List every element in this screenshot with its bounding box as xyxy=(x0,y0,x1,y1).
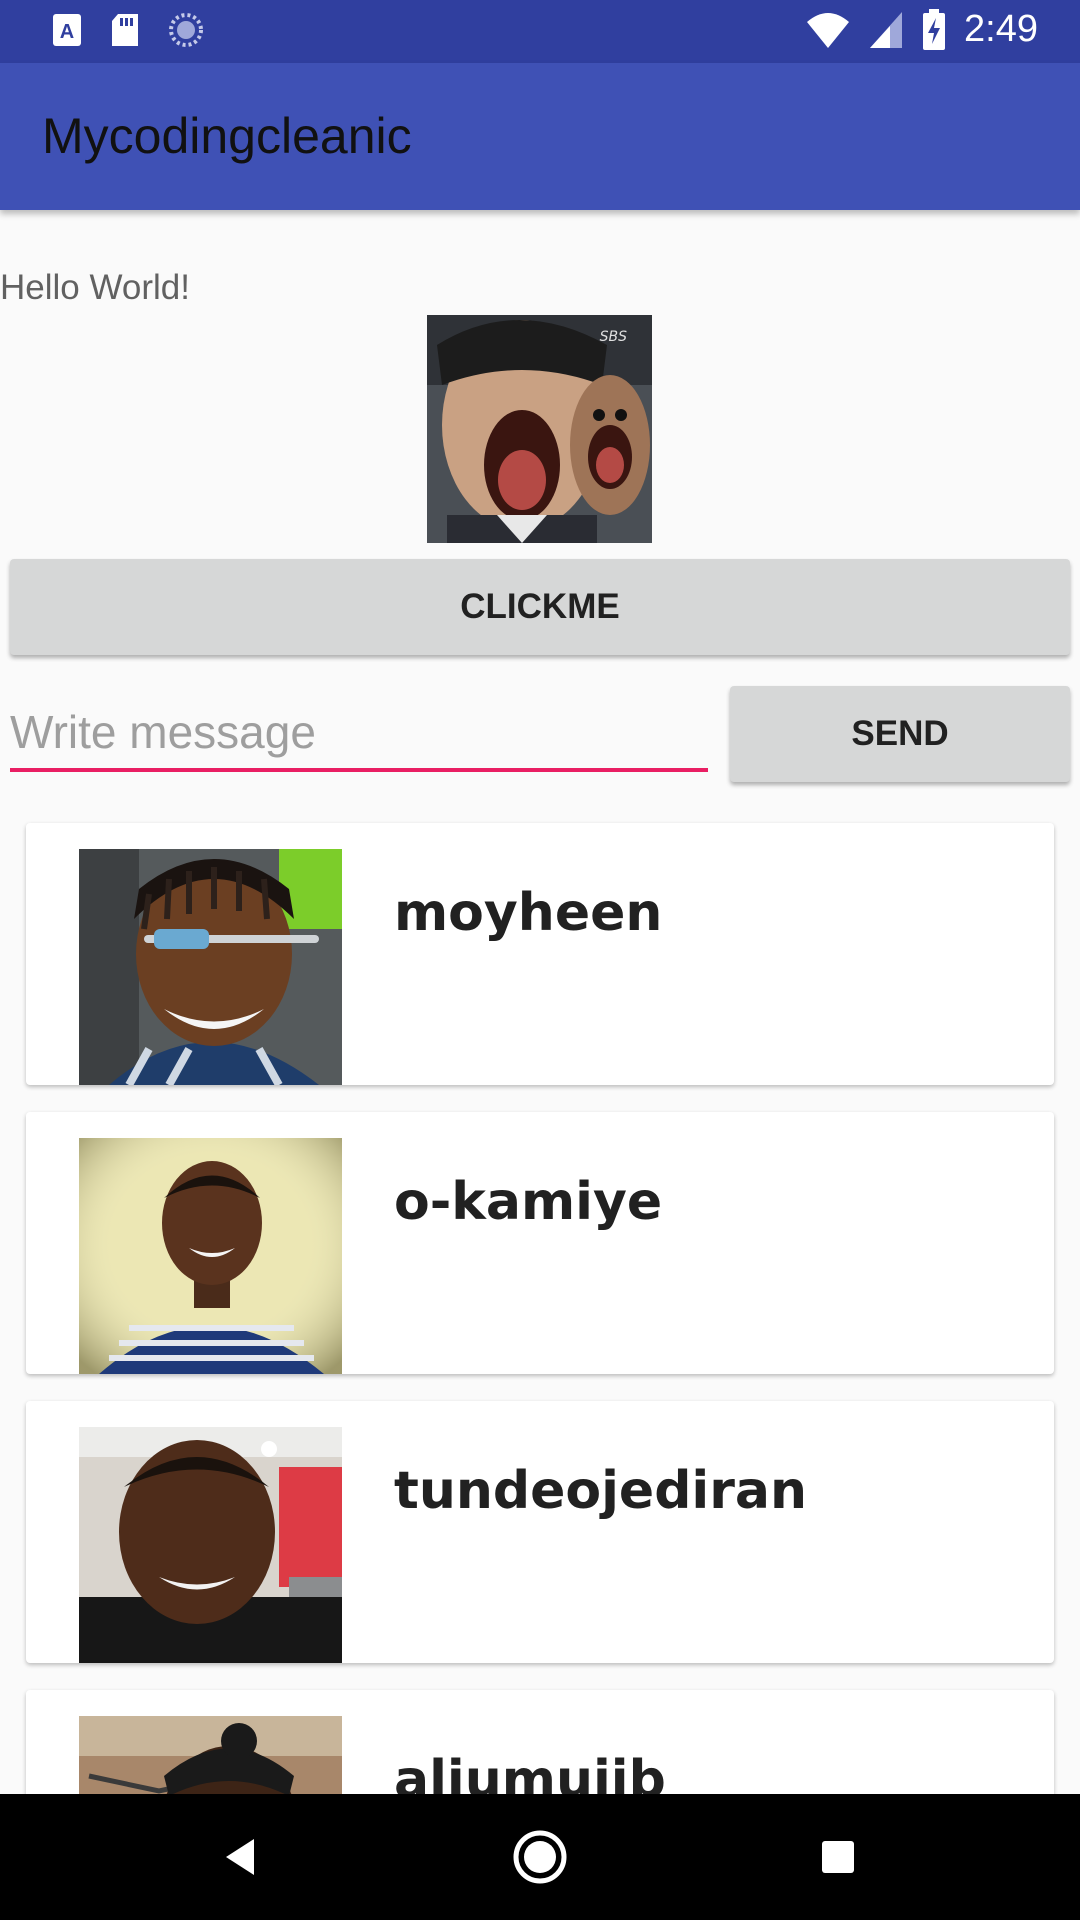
user-name: moyheen xyxy=(394,883,663,943)
app-title: Mycodingcleanic xyxy=(42,108,412,164)
battery-charging-icon xyxy=(923,8,946,50)
navigation-bar xyxy=(0,1794,1080,1920)
hello-text: Hello World! xyxy=(0,268,190,307)
user-avatar xyxy=(79,1427,342,1663)
user-card[interactable]: tundeojediran xyxy=(26,1401,1054,1663)
meme-image: SBS xyxy=(427,315,652,543)
user-card[interactable]: moyheen xyxy=(26,823,1054,1085)
status-left-icons: A xyxy=(52,12,204,48)
svg-text:A: A xyxy=(60,21,74,43)
image-label: SBS xyxy=(600,329,627,345)
user-list[interactable]: moyheen o-kamiye tundeojediran aliumujib xyxy=(0,820,1080,1794)
app-bar: Mycodingcleanic xyxy=(0,63,1080,210)
back-icon[interactable] xyxy=(208,1824,274,1890)
user-card[interactable]: o-kamiye xyxy=(26,1112,1054,1374)
sd-card-icon xyxy=(112,14,138,46)
status-time: 2:49 xyxy=(964,8,1038,50)
send-button[interactable]: SEND xyxy=(730,686,1070,782)
signal-icon xyxy=(870,11,903,48)
user-name: o-kamiye xyxy=(394,1172,663,1232)
user-name: tundeojediran xyxy=(394,1461,808,1521)
sync-icon xyxy=(169,13,203,47)
a-notification-icon: A xyxy=(53,14,81,46)
status-bar: A 2:49 xyxy=(0,0,1080,63)
clickme-button[interactable]: CLICKME xyxy=(10,559,1070,655)
home-icon[interactable] xyxy=(507,1824,573,1890)
user-avatar xyxy=(79,1716,342,1794)
user-name: aliumujib xyxy=(394,1750,666,1794)
user-avatar xyxy=(79,1138,342,1374)
user-avatar xyxy=(79,849,342,1085)
wifi-icon xyxy=(807,12,850,48)
message-input[interactable] xyxy=(10,696,708,772)
recents-icon[interactable] xyxy=(805,1824,871,1890)
user-card[interactable]: aliumujib xyxy=(26,1690,1054,1794)
status-right-icons: 2:49 xyxy=(806,8,1038,51)
